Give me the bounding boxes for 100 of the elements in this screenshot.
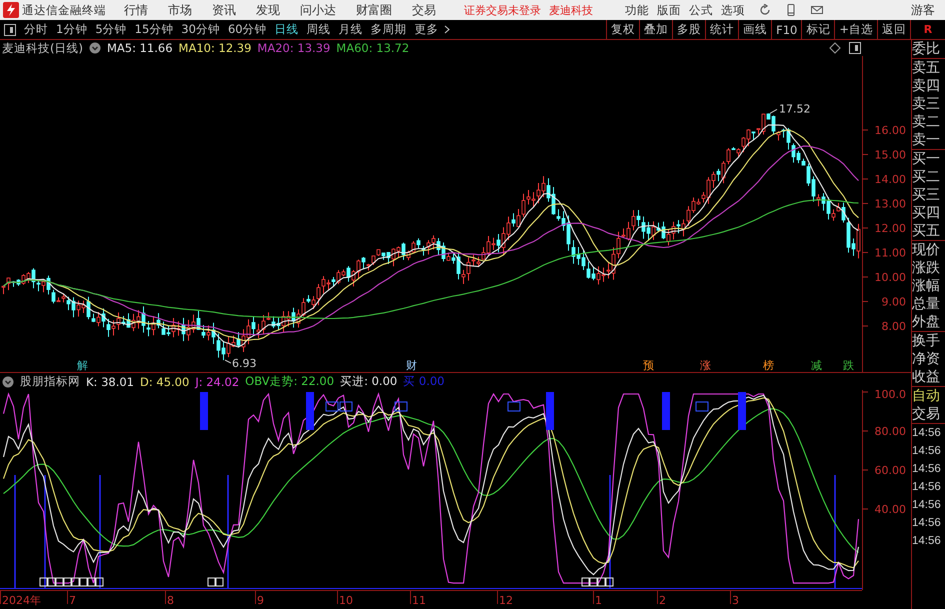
axis-label: 11.00 [874, 246, 906, 260]
indicator-value: 买进: 0.00 [340, 374, 398, 389]
price-label: 6.93 [232, 357, 256, 370]
menu-item[interactable]: 财富圈 [356, 2, 392, 18]
quote-label: 换手 [912, 332, 941, 350]
indicator-value: MA20: 13.39 [257, 41, 330, 55]
menu-item[interactable]: 公式 [689, 2, 713, 18]
period-tab[interactable]: 日线 [270, 22, 303, 37]
menu-item[interactable]: 市场 [168, 2, 192, 18]
quote-label: 委比 [912, 40, 941, 58]
indicator-value: MA10: 12.39 [178, 41, 252, 55]
toolbar-button[interactable]: +自选 [834, 20, 877, 39]
status-text: 麦迪科技 [549, 2, 593, 18]
period-tab[interactable]: 多周期 [366, 22, 411, 37]
menu-item[interactable]: 问小达 [300, 2, 336, 18]
toolbar-button[interactable]: 标记 [801, 20, 834, 39]
quote-label: 收益 [912, 368, 941, 386]
event-marker[interactable]: 预 [643, 359, 654, 372]
quote-label: 卖一 [912, 131, 941, 149]
quote-label: 涨幅 [912, 277, 941, 295]
toolbar-button[interactable]: 统计 [705, 20, 738, 39]
indicator-value: 买 0.00 [403, 374, 444, 389]
trade-label[interactable]: 自动 [912, 387, 945, 405]
indicator-value: MA5: 11.66 [106, 41, 173, 55]
axis-label: 14.00 [874, 173, 906, 186]
period-tab[interactable]: 更多 [410, 22, 443, 37]
event-marker[interactable]: 跌 [843, 359, 854, 372]
date-label: 2 [659, 594, 666, 607]
date-label: 10 [339, 594, 353, 607]
period-tab[interactable]: 30分钟 [177, 22, 224, 37]
price-label: 17.52 [779, 102, 810, 116]
axis-label: 40.00 [874, 503, 906, 516]
axis-label: 13.00 [874, 198, 906, 210]
quote-label: 买二 [912, 168, 941, 186]
event-marker[interactable]: 减 [811, 359, 822, 372]
quote-label: 买四 [912, 204, 941, 222]
indicator-value: OBV走势: 22.00 [245, 374, 334, 389]
date-label: 8 [167, 594, 174, 607]
period-tab[interactable]: 15分钟 [130, 22, 178, 37]
axis-label: 100.0 [874, 390, 906, 401]
corner-label[interactable]: R [910, 20, 945, 39]
menu-item[interactable]: 行情 [124, 2, 148, 18]
quote-label: 现价 [912, 241, 941, 259]
date-label: 2024年 [2, 594, 41, 607]
period-tab[interactable]: 5分钟 [91, 22, 131, 37]
axis-label: 10.00 [874, 271, 906, 284]
status-text: 证券交易未登录 [464, 2, 541, 18]
quote-label: 买五 [912, 222, 941, 240]
quote-label: 卖二 [912, 113, 941, 131]
axis-label: 60.00 [874, 464, 906, 477]
chart-title: 麦迪科技(日线) [2, 40, 83, 56]
time-label: 14:56 [912, 462, 942, 477]
date-label: 9 [257, 594, 264, 607]
axis-label: 16.00 [874, 124, 906, 137]
toolbar-button[interactable]: 复权 [606, 20, 640, 39]
menu-item[interactable]: 版面 [657, 2, 681, 18]
axis-label: 12.00 [874, 222, 906, 235]
axis-label: 15.00 [874, 148, 906, 162]
event-marker[interactable]: 财 [406, 359, 417, 372]
period-tab[interactable]: 60分钟 [224, 22, 271, 37]
quote-label: 净资 [912, 350, 941, 368]
period-tab[interactable]: 1分钟 [52, 22, 92, 37]
time-label: 14:56 [912, 534, 942, 549]
date-label: 3 [732, 594, 739, 607]
period-tab[interactable]: 分时 [20, 22, 52, 37]
indicator-title: 股朋指标网 [20, 374, 80, 389]
trade-label[interactable]: 交易 [912, 405, 945, 423]
user-label[interactable]: 游客 [911, 2, 935, 18]
menu-item[interactable]: 选项 [721, 2, 745, 18]
menu-item[interactable]: 资讯 [212, 2, 236, 18]
quote-label: 卖三 [912, 95, 941, 113]
event-marker[interactable]: 榜 [763, 359, 774, 372]
axis-label: 9.00 [882, 296, 906, 308]
axis-label: 8.00 [882, 320, 906, 333]
quote-label: 总量 [912, 295, 941, 313]
indicator-value: K: 38.01 [86, 374, 134, 388]
event-marker[interactable]: 解 [77, 359, 88, 372]
toolbar-button[interactable]: 多股 [672, 20, 706, 39]
period-tab[interactable]: 月线 [334, 22, 367, 37]
menu-item[interactable]: 功能 [625, 2, 649, 18]
period-tab[interactable]: 周线 [302, 22, 335, 37]
toolbar-button[interactable]: 返回 [877, 20, 910, 39]
time-label: 14:56 [912, 498, 942, 513]
toolbar-button[interactable]: 画线 [738, 20, 772, 39]
quote-label: 外盘 [912, 313, 941, 331]
date-label: 1 [595, 594, 602, 607]
indicator-value: D: 45.00 [140, 374, 190, 388]
time-label: 14:56 [912, 516, 942, 531]
time-label: 14:56 [912, 426, 942, 441]
app-name: 通达信金融终端 [22, 2, 106, 18]
date-label: 12 [499, 594, 513, 607]
date-label: 7 [69, 594, 76, 607]
indicator-value: J: 24.02 [195, 374, 240, 388]
menu-item[interactable]: 交易 [412, 2, 436, 18]
event-marker[interactable]: 涨 [700, 359, 711, 372]
time-label: 14:56 [912, 444, 942, 459]
menu-item[interactable]: 发现 [256, 2, 280, 18]
toolbar-button[interactable]: F10 [771, 20, 802, 39]
indicator-value: MA60: 13.72 [336, 41, 410, 55]
toolbar-button[interactable]: 叠加 [639, 20, 672, 39]
